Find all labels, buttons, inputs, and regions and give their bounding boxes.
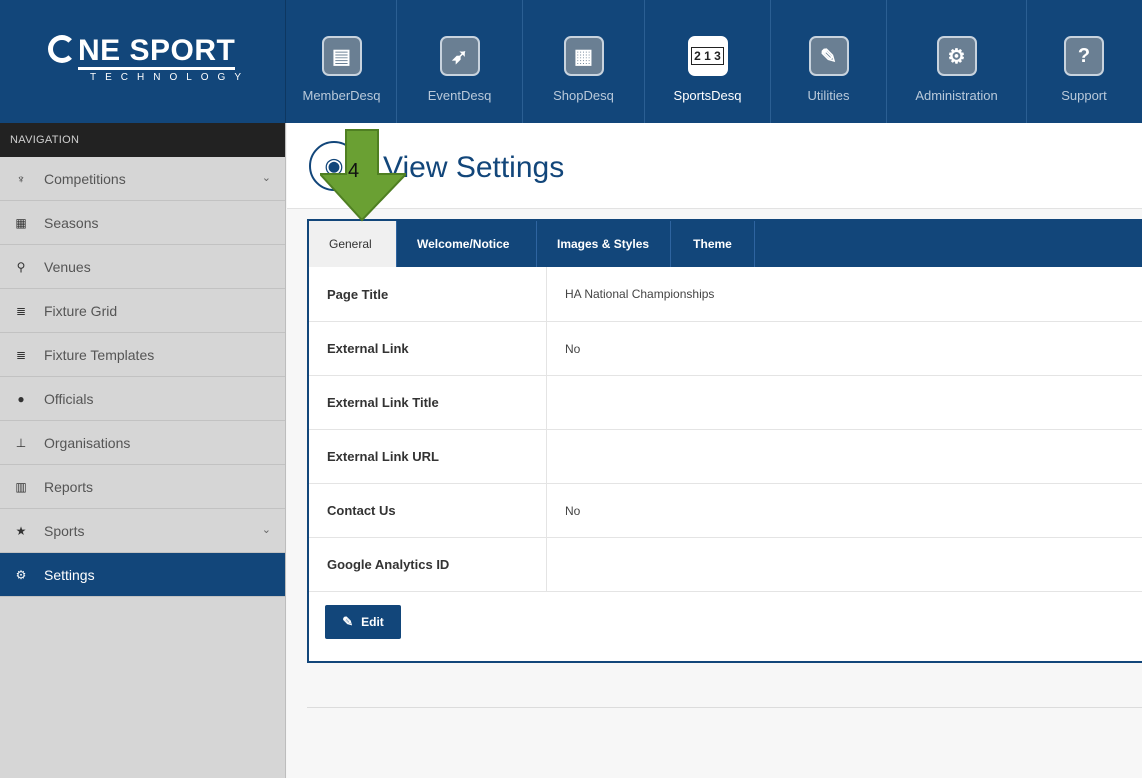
- sidebar-item-competitions[interactable]: ♆ Competitions ⌄: [0, 157, 285, 201]
- setting-label: Google Analytics ID: [309, 538, 547, 591]
- podium-icon: 2 1 3: [687, 36, 728, 76]
- main-content: ◉ View Settings General Welcome/Notice I…: [287, 123, 1142, 778]
- sidebar-item-label: Fixture Templates: [44, 346, 155, 363]
- edit-button[interactable]: ✎ Edit: [325, 605, 401, 639]
- document-icon: ▤: [321, 36, 362, 76]
- setting-label: External Link Title: [309, 376, 547, 429]
- runner-icon: ➶: [439, 36, 480, 76]
- trophy-icon: ♆: [16, 171, 26, 186]
- calendar-icon: ▦: [15, 215, 27, 230]
- setting-value: [547, 376, 1142, 429]
- sidebar-item-sports[interactable]: ★ Sports ⌄: [0, 509, 285, 553]
- module-label: EventDesq: [427, 88, 492, 103]
- module-shopdesq[interactable]: ▦ ShopDesq: [523, 0, 645, 123]
- module-label: ShopDesq: [553, 88, 614, 103]
- module-label: Support: [1061, 88, 1107, 103]
- module-bar: ▤ MemberDesq ➶ EventDesq ▦ ShopDesq 2 1 …: [287, 0, 1141, 123]
- logo[interactable]: NE SPORT TECHNOLOGY: [0, 0, 286, 123]
- chevron-down-icon[interactable]: ⌄: [262, 523, 271, 536]
- tab-bar: General Welcome/Notice Images & Styles T…: [309, 221, 1142, 267]
- sidebar-item-label: Seasons: [44, 214, 99, 231]
- sidebar-item-venues[interactable]: ⚲ Venues: [0, 245, 285, 289]
- setting-label: Contact Us: [309, 484, 547, 537]
- sidebar-item-fixture-grid[interactable]: ≣ Fixture Grid: [0, 289, 285, 333]
- module-administration[interactable]: ⚙ Administration: [887, 0, 1027, 123]
- setting-label: Page Title: [309, 267, 547, 321]
- user-icon: ●: [17, 391, 25, 406]
- module-memberdesq[interactable]: ▤ MemberDesq: [287, 0, 397, 123]
- setting-value: [547, 430, 1142, 483]
- tab-images-styles[interactable]: Images & Styles: [537, 221, 671, 267]
- bar-chart-icon: ▥: [15, 479, 27, 494]
- module-eventdesq[interactable]: ➶ EventDesq: [397, 0, 523, 123]
- sidebar-item-label: Settings: [44, 566, 95, 583]
- nav-heading: NAVIGATION: [0, 123, 285, 157]
- sidebar-item-seasons[interactable]: ▦ Seasons: [0, 201, 285, 245]
- tab-welcome-notice[interactable]: Welcome/Notice: [397, 221, 537, 267]
- module-label: Utilities: [807, 88, 850, 103]
- sidebar-item-organisations[interactable]: ⊥ Organisations: [0, 421, 285, 465]
- cart-icon: ▦: [563, 36, 604, 76]
- wrench-icon: ✎: [808, 36, 849, 76]
- settings-row: External Link No: [309, 322, 1142, 376]
- annotation-number: 4: [348, 160, 360, 182]
- module-label: MemberDesq: [302, 88, 381, 103]
- setting-value: [547, 538, 1142, 591]
- setting-value: No: [565, 503, 581, 518]
- setting-value: HA National Championships: [565, 287, 715, 301]
- star-icon: ★: [15, 523, 27, 538]
- module-label: Administration: [915, 88, 998, 103]
- settings-row: Google Analytics ID: [309, 538, 1142, 592]
- setting-value: No: [565, 341, 581, 356]
- setting-label: External Link URL: [309, 430, 547, 483]
- sidebar-item-label: Reports: [44, 478, 94, 495]
- settings-row: Page Title HA National Championships: [309, 267, 1142, 322]
- tab-theme[interactable]: Theme: [671, 221, 755, 267]
- sidebar-item-settings[interactable]: ⚙ Settings: [0, 553, 285, 597]
- settings-panel: General Welcome/Notice Images & Styles T…: [307, 219, 1142, 663]
- sidebar: NAVIGATION ♆ Competitions ⌄ ▦ Seasons ⚲ …: [0, 123, 286, 778]
- settings-row: Contact Us No: [309, 484, 1142, 538]
- module-utilities[interactable]: ✎ Utilities: [771, 0, 887, 123]
- settings-row: External Link Title: [309, 376, 1142, 430]
- list-icon: ≣: [15, 347, 27, 362]
- chevron-down-icon[interactable]: ⌄: [262, 171, 271, 184]
- edit-icon: ✎: [342, 614, 354, 629]
- divider: [307, 707, 1142, 708]
- sidebar-item-label: Organisations: [44, 434, 131, 451]
- logo-subtitle: TECHNOLOGY: [90, 72, 251, 83]
- sidebar-item-reports[interactable]: ▥ Reports: [0, 465, 285, 509]
- logo-ring-icon: [48, 35, 76, 63]
- edit-button-label: Edit: [361, 615, 384, 629]
- help-icon: ?: [1064, 36, 1104, 76]
- sidebar-item-label: Venues: [44, 258, 91, 275]
- logo-wordmark: NE SPORT: [48, 34, 236, 70]
- setting-label: External Link: [309, 322, 547, 375]
- page-title: View Settings: [383, 151, 565, 184]
- sidebar-item-officials[interactable]: ● Officials: [0, 377, 285, 421]
- module-support[interactable]: ? Support: [1027, 0, 1141, 123]
- list-icon: ≣: [15, 303, 27, 318]
- module-label: SportsDesq: [673, 88, 742, 103]
- module-sportsdesq[interactable]: 2 1 3 SportsDesq: [645, 0, 771, 123]
- sitemap-icon: ⊥: [15, 435, 27, 450]
- sidebar-item-fixture-templates[interactable]: ≣ Fixture Templates: [0, 333, 285, 377]
- cogs-icon: ⚙: [15, 567, 27, 582]
- annotation-arrow-icon: [320, 129, 406, 222]
- sidebar-item-label: Officials: [44, 390, 94, 407]
- settings-row: External Link URL: [309, 430, 1142, 484]
- sidebar-item-label: Competitions: [44, 170, 126, 187]
- gear-icon: ⚙: [936, 36, 977, 76]
- sidebar-item-label: Sports: [44, 522, 85, 539]
- tab-general[interactable]: General: [309, 221, 397, 267]
- sidebar-item-label: Fixture Grid: [44, 302, 118, 319]
- title-row: ◉ View Settings: [287, 123, 1142, 209]
- map-marker-icon: ⚲: [16, 259, 26, 274]
- top-bar: NE SPORT TECHNOLOGY ▤ MemberDesq ➶ Event…: [0, 0, 1142, 123]
